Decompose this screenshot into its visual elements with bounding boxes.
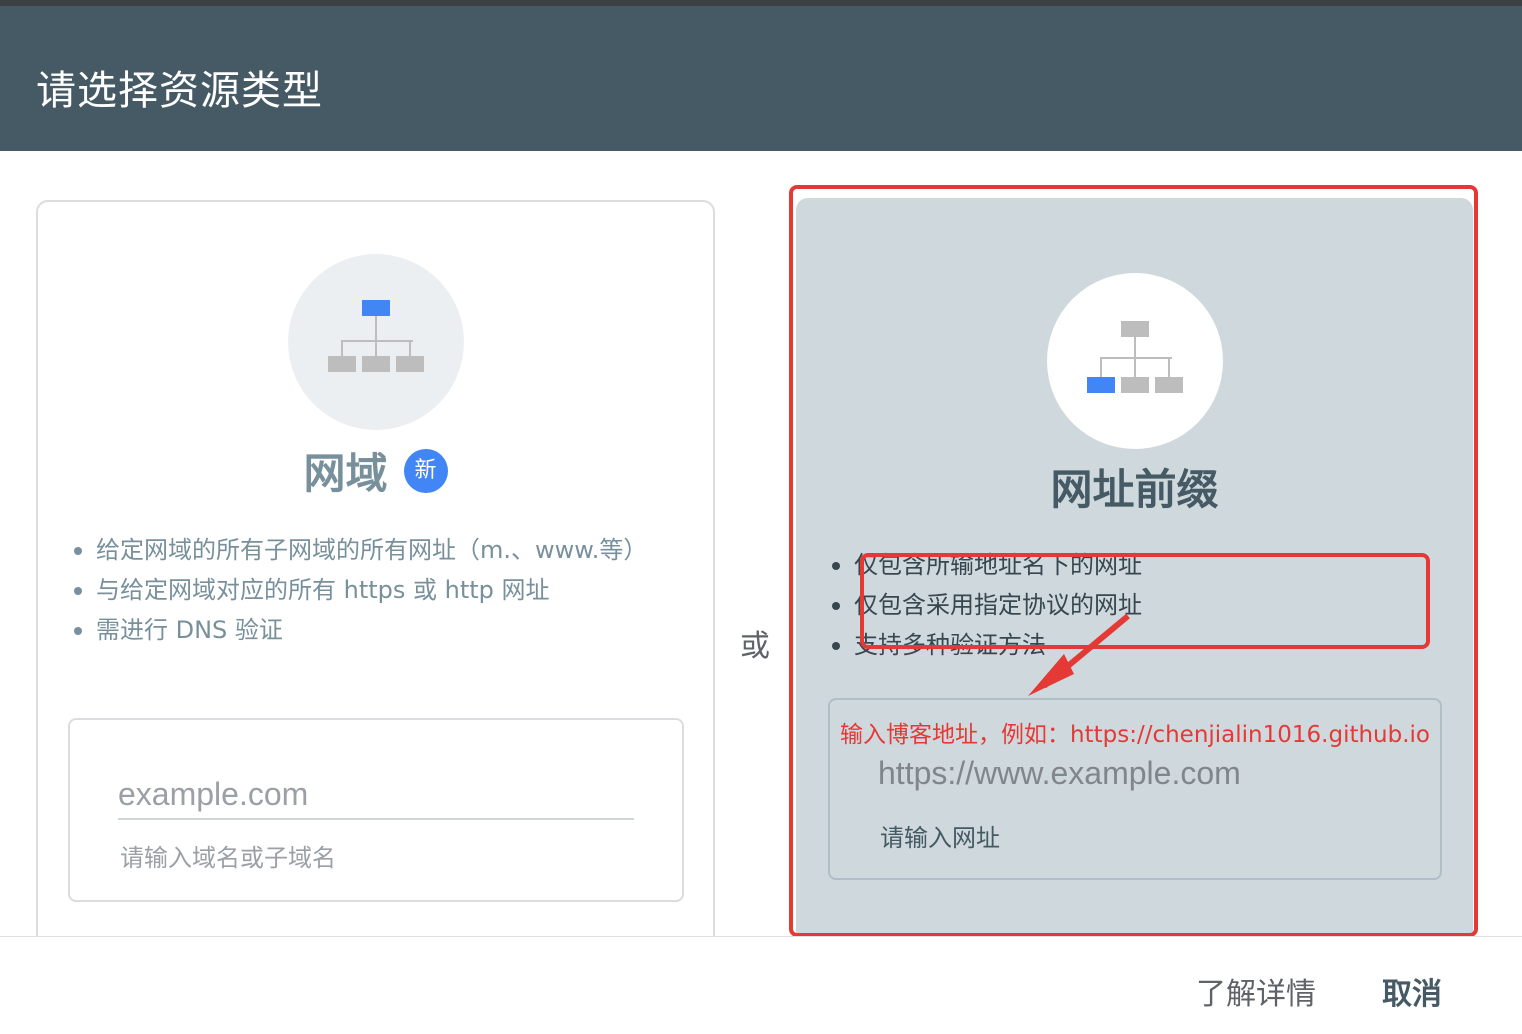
dialog-title: 请选择资源类型	[36, 68, 323, 114]
list-item: 需进行 DNS 验证	[72, 610, 662, 650]
domain-input[interactable]	[118, 770, 634, 820]
domain-card-title: 网域	[303, 449, 388, 498]
sitemap-icon	[288, 254, 464, 430]
domain-input-helper: 请输入域名或子域名	[120, 844, 336, 872]
domain-card[interactable]: 网域新 给定网域的所有子网域的所有网址（m.、www.等） 与给定网域对应的所有…	[36, 200, 715, 936]
cancel-button[interactable]: 取消	[1382, 969, 1442, 1013]
dialog-footer: 了解详情 取消	[0, 936, 1522, 1034]
new-badge: 新	[403, 448, 448, 493]
domain-card-title-row: 网域新	[38, 440, 713, 501]
domain-input-container: 请输入域名或子域名	[68, 718, 684, 902]
annotation-text: 输入博客地址，例如：https://chenjialin1016.github.…	[840, 722, 1431, 748]
list-item: 与给定网域对应的所有 https 或 http 网址	[72, 570, 662, 610]
list-item: 给定网域的所有子网域的所有网址（m.、www.等）	[72, 530, 662, 570]
dialog-body: 网域新 给定网域的所有子网域的所有网址（m.、www.等） 与给定网域对应的所有…	[0, 151, 1522, 936]
learn-more-button[interactable]: 了解详情	[1196, 969, 1316, 1013]
dialog-header: 请选择资源类型	[0, 6, 1522, 151]
annotation-highlight-input	[860, 553, 1430, 649]
annotation-arrow-icon	[1028, 613, 1130, 696]
domain-card-bullets: 给定网域的所有子网域的所有网址（m.、www.等） 与给定网域对应的所有 htt…	[72, 530, 662, 650]
or-separator: 或	[740, 629, 770, 664]
